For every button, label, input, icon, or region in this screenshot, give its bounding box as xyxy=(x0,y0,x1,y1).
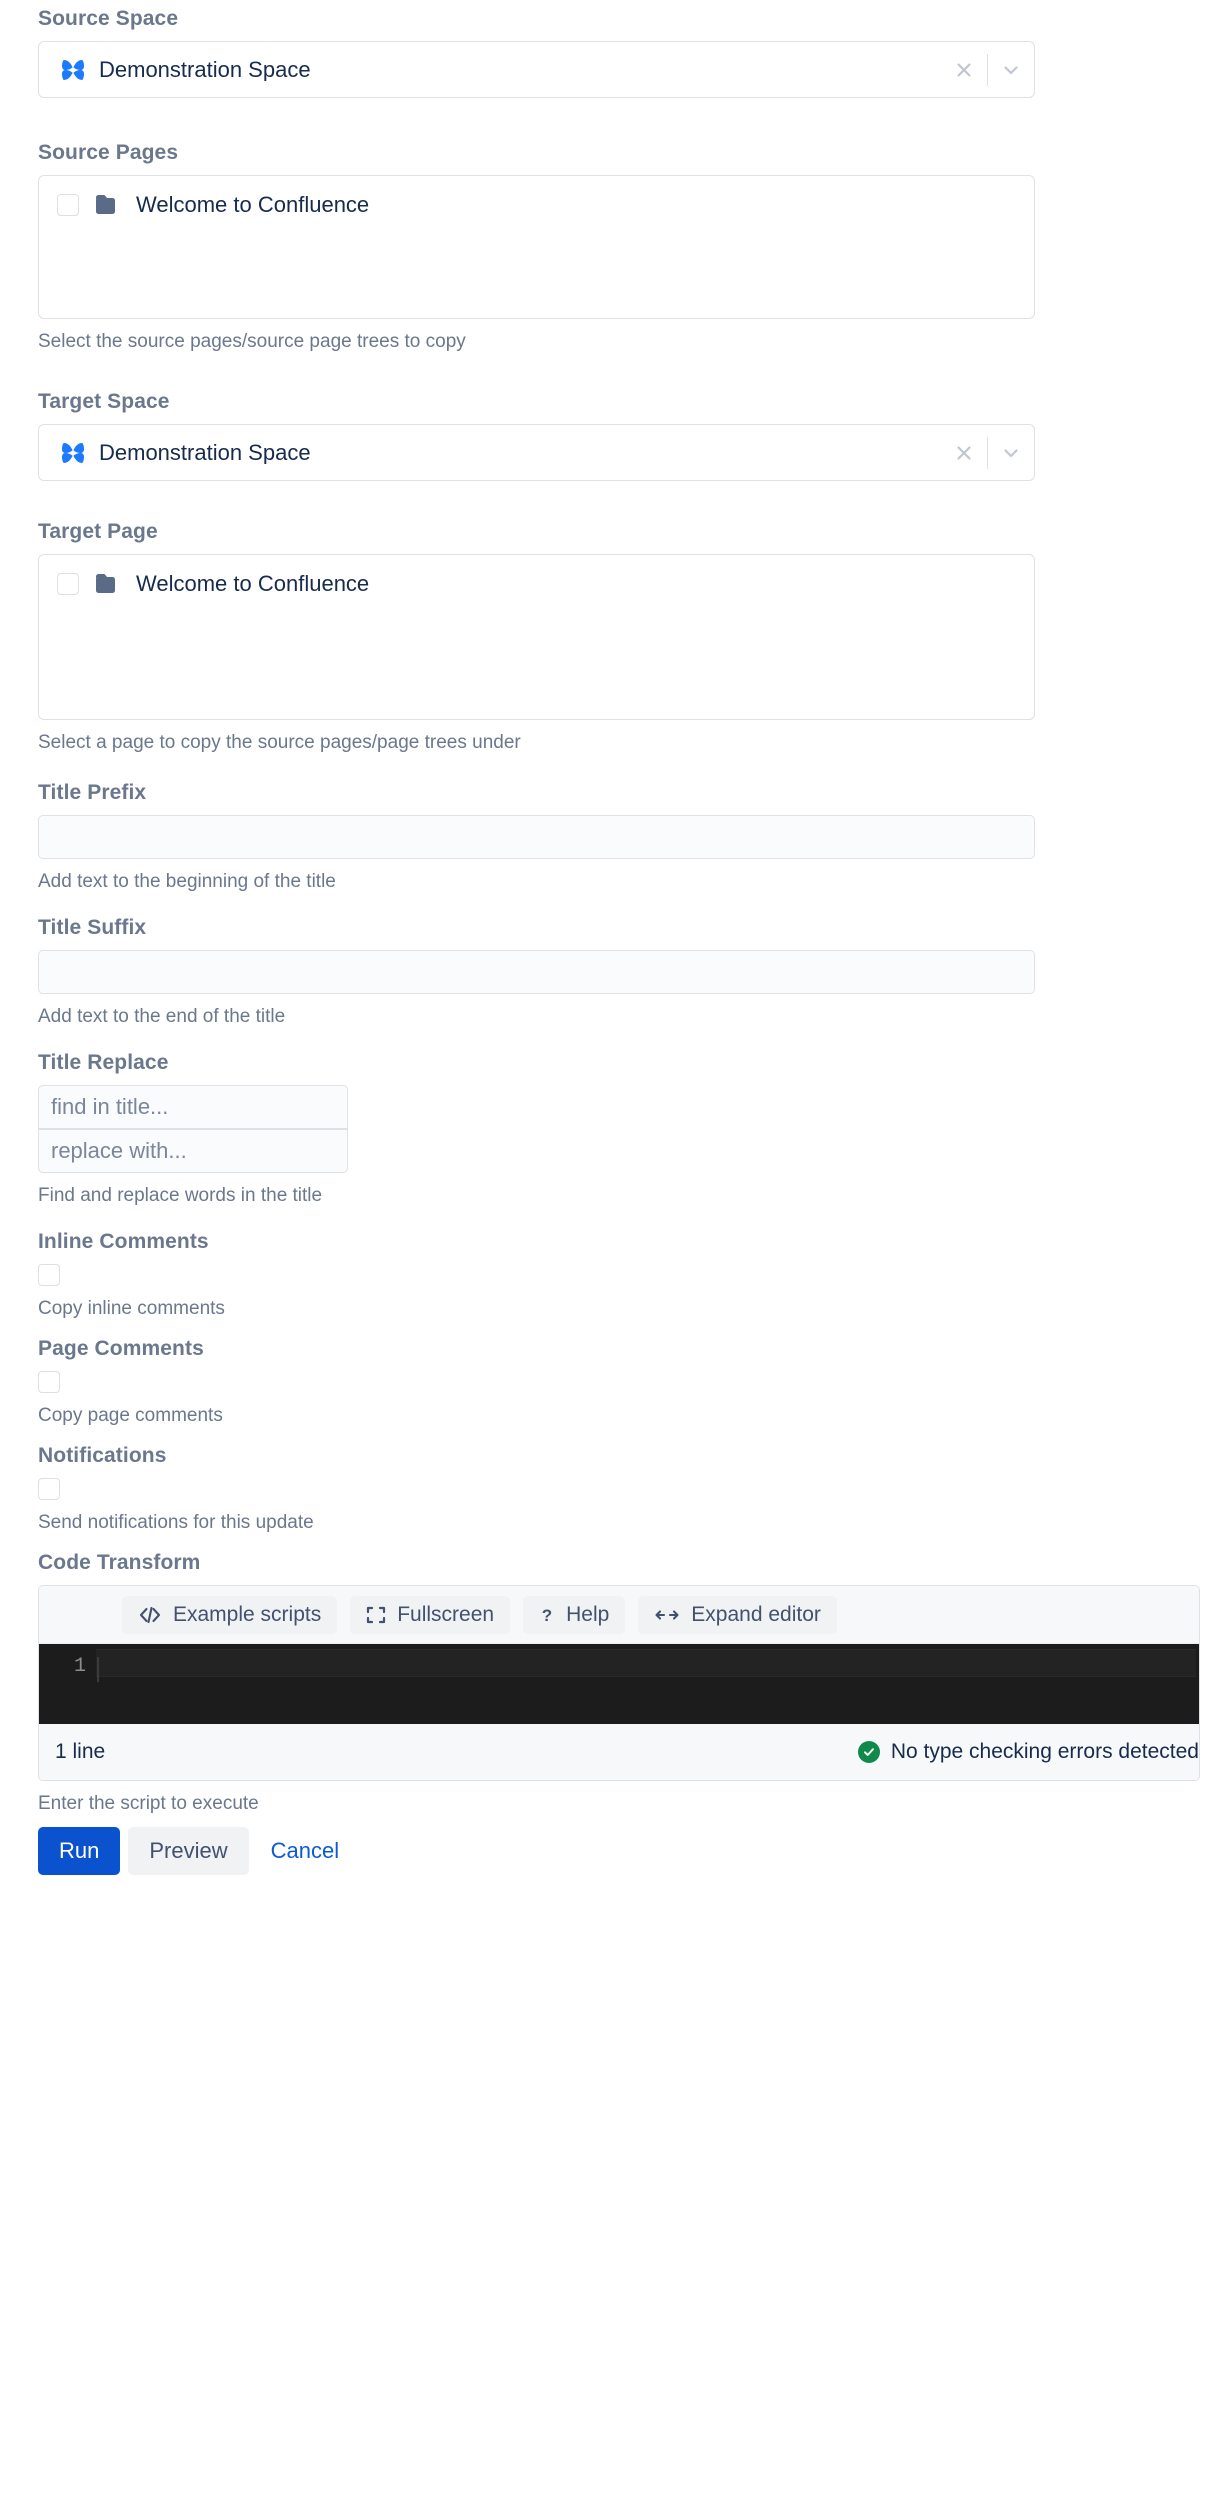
space-avatar-icon xyxy=(62,59,84,80)
page-comments-checkbox[interactable] xyxy=(38,1371,60,1393)
left-right-arrows-icon xyxy=(654,1606,680,1624)
tree-item[interactable]: Welcome to Confluence xyxy=(39,190,1034,220)
code-editor-area[interactable]: 1 xyxy=(39,1644,1199,1724)
source-pages-tree[interactable]: Welcome to Confluence xyxy=(38,175,1035,319)
type-check-status-text: No type checking errors detected xyxy=(890,1740,1199,1763)
source-space-value: Demonstration Space xyxy=(99,58,311,81)
field-title-replace: Title Replace Find and replace words in … xyxy=(38,1052,1184,1205)
fullscreen-icon xyxy=(366,1605,386,1625)
source-pages-label: Source Pages xyxy=(38,141,179,164)
target-space-controls xyxy=(941,425,1035,480)
field-title-prefix: Title Prefix Add text to the beginning o… xyxy=(38,782,1184,891)
svg-text:?: ? xyxy=(542,1606,552,1625)
form-actions: Run Preview Cancel xyxy=(38,1827,1184,1875)
copy-pages-form: Source Space Demonstration Space Source … xyxy=(0,0,1222,1875)
field-title-suffix: Title Suffix Add text to the end of the … xyxy=(38,917,1184,1026)
source-page-title: Welcome to Confluence xyxy=(136,192,370,217)
example-scripts-label: Example scripts xyxy=(173,1603,322,1626)
title-suffix-label: Title Suffix xyxy=(38,916,147,939)
fullscreen-label: Fullscreen xyxy=(397,1603,495,1626)
title-replace-help: Find and replace words in the title xyxy=(38,1185,323,1206)
target-space-label: Target Space xyxy=(38,390,170,413)
expand-editor-button[interactable]: Expand editor xyxy=(638,1595,837,1634)
inline-comments-help: Copy inline comments xyxy=(38,1298,225,1319)
field-inline-comments: Inline Comments Copy inline comments xyxy=(38,1231,1184,1318)
code-editor-toolbar: Example scripts Fullscreen ? Help Expand… xyxy=(39,1586,1199,1644)
source-space-controls xyxy=(941,42,1035,97)
source-space-select[interactable]: Demonstration Space xyxy=(38,41,1035,98)
space-avatar-icon xyxy=(62,442,84,463)
code-transform-help: Enter the script to execute xyxy=(38,1793,259,1814)
question-mark-icon: ? xyxy=(539,1605,555,1625)
folder-icon xyxy=(96,195,115,214)
field-page-comments: Page Comments Copy page comments xyxy=(38,1338,1184,1425)
check-circle-icon xyxy=(857,1741,880,1763)
close-icon[interactable] xyxy=(941,425,987,480)
title-prefix-input[interactable] xyxy=(38,815,1035,859)
target-space-select[interactable]: Demonstration Space xyxy=(38,424,1035,481)
cancel-button[interactable]: Cancel xyxy=(257,1827,353,1875)
field-target-page: Target Page Welcome to Confluence Select… xyxy=(38,521,1184,752)
notifications-checkbox[interactable] xyxy=(38,1478,60,1500)
page-comments-help: Copy page comments xyxy=(38,1405,223,1426)
target-page-tree[interactable]: Welcome to Confluence xyxy=(38,554,1035,720)
tree-item[interactable]: Welcome to Confluence xyxy=(39,569,1034,599)
target-page-label: Target Page xyxy=(38,520,158,543)
field-code-transform: Code Transform Example scripts Fullscree… xyxy=(38,1551,1200,1814)
target-page-title: Welcome to Confluence xyxy=(136,571,370,596)
inline-comments-checkbox[interactable] xyxy=(38,1264,60,1286)
field-target-space: Target Space Demonstration Space xyxy=(38,391,1184,481)
field-source-space: Source Space Demonstration Space xyxy=(38,8,1184,98)
field-notifications: Notifications Send notifications for thi… xyxy=(38,1445,1184,1532)
title-prefix-label: Title Prefix xyxy=(38,781,147,804)
title-replace-with-input[interactable] xyxy=(38,1129,348,1173)
type-check-status: No type checking errors detected xyxy=(857,1740,1199,1764)
code-transform-label: Code Transform xyxy=(38,1551,201,1574)
target-space-value: Demonstration Space xyxy=(99,441,311,464)
help-label: Help xyxy=(566,1603,610,1626)
chevron-down-icon[interactable] xyxy=(988,425,1034,480)
target-page-checkbox[interactable] xyxy=(57,573,79,595)
page-comments-label: Page Comments xyxy=(38,1337,204,1360)
line-count-text: 1 line xyxy=(55,1740,106,1763)
close-icon[interactable] xyxy=(941,42,987,97)
title-replace-find-input[interactable] xyxy=(38,1085,348,1129)
folder-icon xyxy=(96,574,115,593)
preview-button[interactable]: Preview xyxy=(128,1827,249,1875)
expand-editor-label: Expand editor xyxy=(691,1603,821,1626)
title-suffix-help: Add text to the end of the title xyxy=(38,1006,286,1027)
fullscreen-button[interactable]: Fullscreen xyxy=(350,1595,511,1634)
code-text-area[interactable] xyxy=(96,1644,1199,1724)
code-tag-icon xyxy=(138,1605,162,1625)
active-line-highlight xyxy=(96,1649,1196,1682)
source-space-label: Source Space xyxy=(38,7,179,30)
source-pages-help: Select the source pages/source page tree… xyxy=(38,331,466,352)
notifications-help: Send notifications for this update xyxy=(38,1512,314,1533)
field-source-pages: Source Pages Welcome to Confluence Selec… xyxy=(38,142,1184,351)
target-page-help: Select a page to copy the source pages/p… xyxy=(38,732,521,753)
code-editor-panel: Example scripts Fullscreen ? Help Expand… xyxy=(38,1585,1200,1781)
example-scripts-button[interactable]: Example scripts xyxy=(122,1595,338,1634)
run-button[interactable]: Run xyxy=(38,1827,121,1875)
code-editor-status-bar: 1 line No type checking errors detected xyxy=(39,1724,1199,1780)
chevron-down-icon[interactable] xyxy=(988,42,1034,97)
notifications-label: Notifications xyxy=(38,1444,167,1467)
title-replace-label: Title Replace xyxy=(38,1051,169,1074)
source-page-checkbox[interactable] xyxy=(57,194,79,216)
title-suffix-input[interactable] xyxy=(38,950,1035,994)
title-prefix-help: Add text to the beginning of the title xyxy=(38,871,336,892)
code-line-number: 1 xyxy=(73,1655,86,1678)
help-button[interactable]: ? Help xyxy=(523,1595,626,1634)
text-caret xyxy=(97,1657,99,1682)
inline-comments-label: Inline Comments xyxy=(38,1230,209,1253)
